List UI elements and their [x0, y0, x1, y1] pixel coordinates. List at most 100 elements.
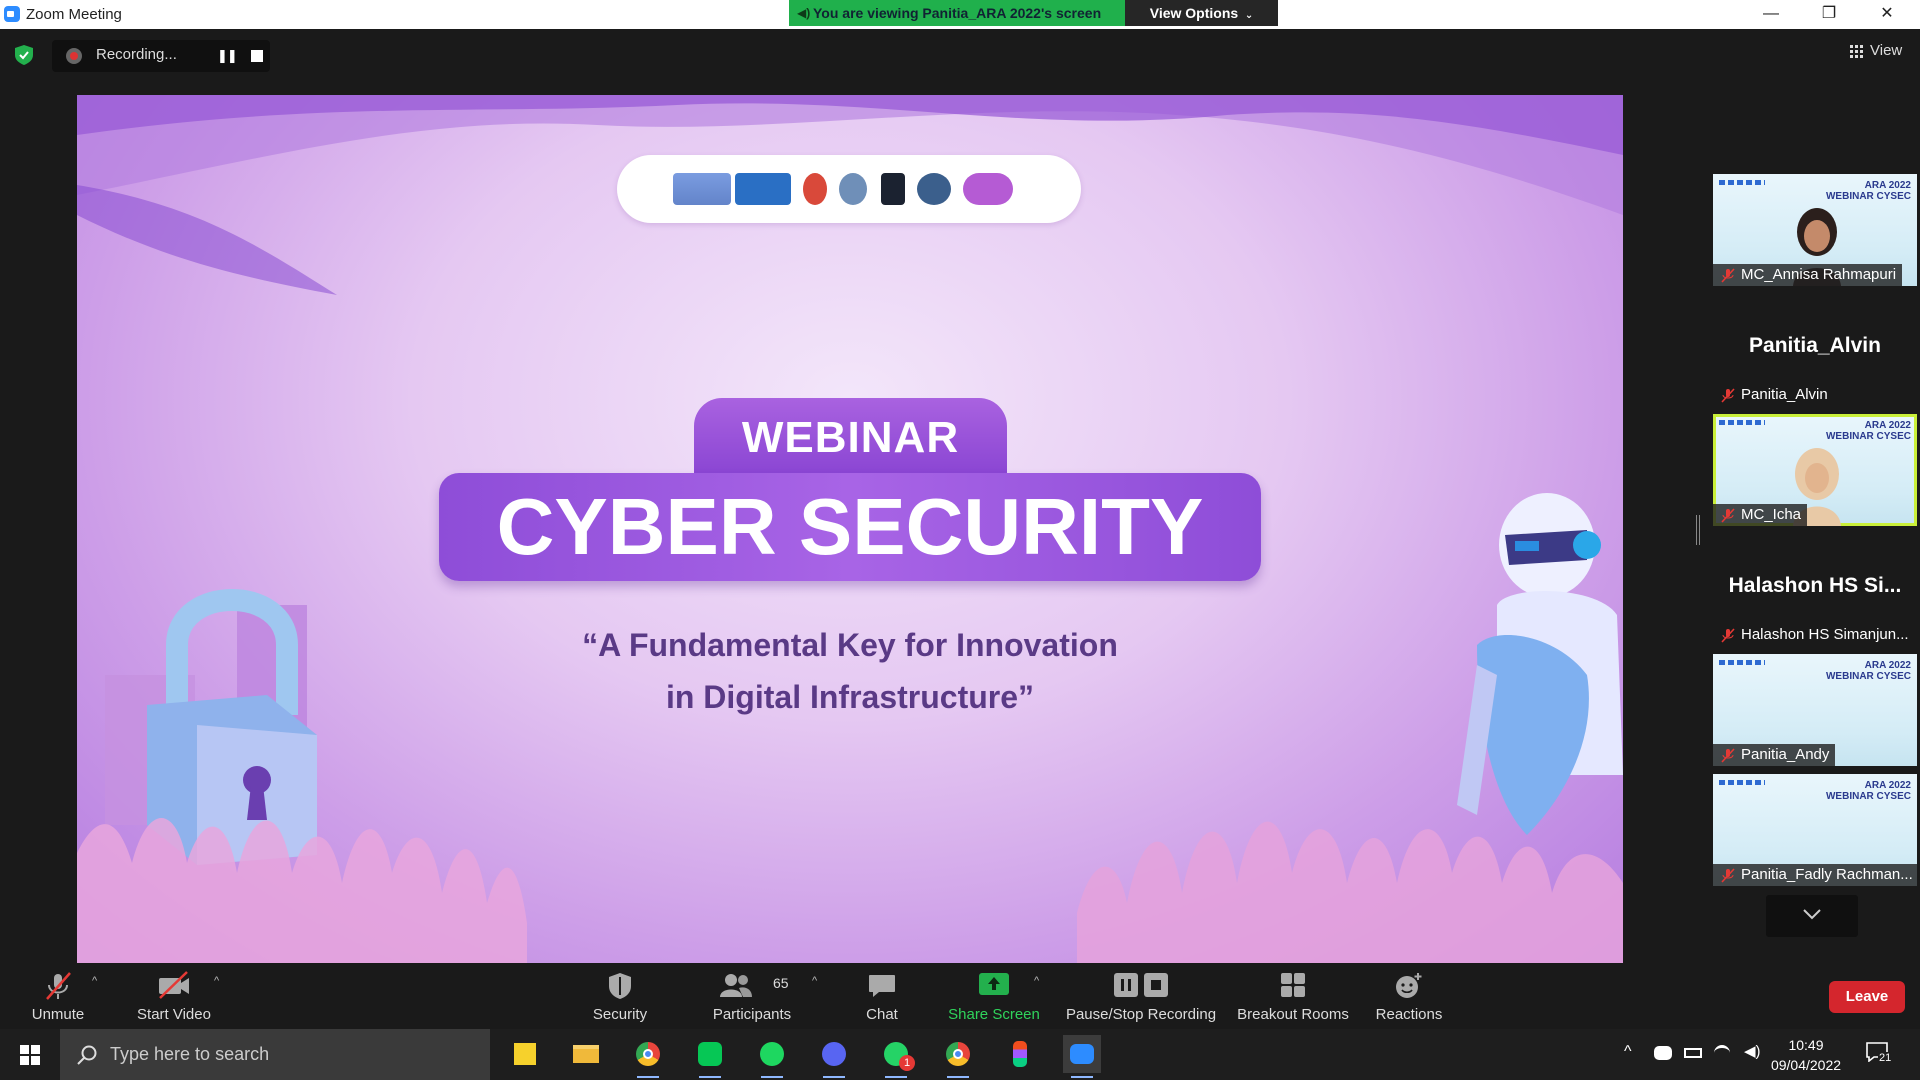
start-video-label: Start Video — [137, 1006, 211, 1023]
view-label: View — [1870, 42, 1903, 59]
battery-icon[interactable] — [1684, 1048, 1702, 1058]
participant-name: Panitia_Alvin — [1713, 384, 1834, 406]
ara-watermark: ARA 2022 WEBINAR CYSEC — [1825, 420, 1911, 442]
window-title-bar: Zoom Meeting ◀) You are viewing Panitia_… — [0, 0, 1920, 29]
unmute-label: Unmute — [31, 1006, 85, 1023]
pause-recording-icon[interactable]: ❚❚ — [217, 49, 238, 63]
slide-title: CYBER SECURITY — [439, 473, 1261, 581]
video-off-icon — [159, 971, 189, 999]
chat-label: Chat — [866, 1006, 898, 1023]
participant-display-name: Halashon HS Si... — [1728, 574, 1902, 597]
participant-name: MC_Annisa Rahmapuri — [1713, 264, 1903, 286]
unmute-button[interactable]: Unmute — [18, 965, 98, 1029]
recording-label: Recording... — [96, 46, 177, 63]
participants-count: 65 — [773, 975, 789, 991]
advancing-humanity-logo — [673, 173, 731, 205]
audio-options-caret-icon[interactable]: ^ — [92, 975, 97, 987]
notification-center-button[interactable]: 21 — [1866, 1042, 1896, 1068]
start-video-button[interactable]: Start Video — [128, 965, 220, 1029]
participants-caret-icon[interactable]: ^ — [812, 975, 817, 987]
slide-header-strip — [1719, 660, 1765, 665]
chat-button[interactable]: Chat — [852, 965, 912, 1029]
stop-recording-icon[interactable] — [251, 50, 263, 62]
view-options-button[interactable]: View Options ⌄ — [1125, 0, 1278, 26]
share-options-caret-icon[interactable]: ^ — [1034, 975, 1039, 987]
slide-header-strip — [1719, 180, 1765, 185]
mic-muted-icon — [1721, 868, 1735, 883]
share-banner-text: You are viewing Panitia_ARA 2022's scree… — [813, 5, 1102, 21]
chevron-up-icon[interactable]: ^ — [1624, 1043, 1632, 1061]
view-layout-button[interactable]: View — [1838, 38, 1908, 64]
whatsapp-badge: 1 — [899, 1055, 915, 1071]
gallery-next-page-button[interactable] — [1766, 895, 1858, 937]
taskbar-clock[interactable]: 10:49 09/04/2022 — [1758, 1035, 1854, 1075]
shield-icon — [609, 973, 631, 999]
viewing-share-banner: ◀) You are viewing Panitia_ARA 2022's sc… — [789, 0, 1125, 26]
pause-stop-recording-button[interactable]: Pause/Stop Recording — [1062, 965, 1220, 1029]
shield-logo — [917, 173, 951, 205]
slide-header-strip — [1719, 420, 1765, 425]
ara-logo — [963, 173, 1013, 205]
discord-app-icon[interactable] — [815, 1035, 853, 1078]
participants-icon — [720, 974, 752, 997]
participant-tile[interactable]: ARA 2022 WEBINAR CYSEC Panitia_Fadly Rach… — [1713, 774, 1917, 886]
slide-subtitle: “A Fundamental Key for Innovation in Dig… — [450, 619, 1250, 723]
splitter-handle[interactable] — [1696, 515, 1700, 545]
ara-watermark: ARA 2022 WEBINAR CYSEC — [1825, 780, 1911, 802]
globe-logo — [839, 173, 867, 205]
taskbar-search[interactable]: Type here to search — [60, 1029, 490, 1080]
participant-tile[interactable]: Halashon HS Si... Halashon HS Simanjun..… — [1713, 534, 1917, 646]
breakout-rooms-icon — [1281, 973, 1305, 997]
sticky-notes-app-icon[interactable] — [506, 1035, 544, 1073]
zoom-app-icon[interactable] — [1063, 1035, 1101, 1078]
chrome-profile-app-icon[interactable] — [939, 1035, 977, 1078]
recording-dot-icon — [66, 48, 82, 64]
ara-watermark: ARA 2022 WEBINAR CYSEC — [1825, 660, 1911, 682]
meeting-controls: Unmute ^ Start Video ^ Security 65 Parti… — [0, 965, 1920, 1029]
recording-indicator: Recording... ❚❚ — [52, 40, 270, 72]
ara-watermark: ARA 2022 WEBINAR CYSEC — [1825, 180, 1911, 202]
spotify-app-icon[interactable] — [753, 1035, 791, 1078]
discord-tray-icon[interactable] — [1654, 1046, 1672, 1060]
participant-tile[interactable]: ARA 2022 WEBINAR CYSEC MC_Annisa Rahmapur… — [1713, 174, 1917, 286]
zoom-app-icon — [4, 6, 20, 22]
participant-name: Halashon HS Simanjun... — [1713, 624, 1915, 646]
search-icon — [77, 1045, 97, 1065]
encryption-shield-icon[interactable] — [15, 45, 33, 65]
minimize-button[interactable]: — — [1742, 0, 1800, 29]
participant-tile[interactable]: ARA 2022 WEBINAR CYSEC Panitia_Andy — [1713, 654, 1917, 766]
figma-app-icon[interactable] — [1001, 1035, 1039, 1073]
participant-name: MC_Icha — [1713, 504, 1808, 526]
participants-button[interactable]: 65 Participants — [700, 965, 804, 1029]
webinar-tag: WEBINAR — [694, 398, 1007, 476]
wifi-icon[interactable] — [1714, 1045, 1730, 1061]
whatsapp-app-icon[interactable]: 1 — [877, 1035, 915, 1078]
lab-logo — [803, 173, 827, 205]
security-button[interactable]: Security — [580, 965, 660, 1029]
share-screen-button[interactable]: Share Screen — [944, 965, 1044, 1029]
restore-button[interactable]: ❐ — [1800, 0, 1858, 29]
line-app-icon[interactable] — [691, 1035, 729, 1078]
chrome-app-icon[interactable] — [629, 1035, 667, 1078]
clock-time: 10:49 — [1788, 1037, 1824, 1053]
leave-button[interactable]: Leave — [1829, 981, 1905, 1013]
start-button[interactable] — [0, 1029, 60, 1080]
view-options-label: View Options — [1149, 5, 1239, 21]
subtitle-line-2: in Digital Infrastructure” — [665, 679, 1035, 715]
chevron-down-icon — [1803, 909, 1821, 920]
participant-tile[interactable]: Panitia_Alvin Panitia_Alvin — [1713, 294, 1917, 406]
participant-tile-active-speaker[interactable]: ARA 2022 WEBINAR CYSEC MC_Icha — [1713, 414, 1917, 526]
chevron-down-icon: ⌄ — [1242, 10, 1254, 21]
close-button[interactable]: ✕ — [1858, 0, 1916, 29]
breakout-rooms-button[interactable]: Breakout Rooms — [1232, 965, 1354, 1029]
security-label: Security — [592, 1006, 648, 1023]
mic-muted-icon — [1721, 508, 1735, 523]
windows-taskbar: Type here to search 1 ^ ◀) 10:49 09/04/2… — [0, 1029, 1920, 1080]
reactions-button[interactable]: Reactions — [1368, 965, 1450, 1029]
file-explorer-app-icon[interactable] — [567, 1035, 605, 1073]
slide-header-strip — [1719, 780, 1765, 785]
video-options-caret-icon[interactable]: ^ — [214, 975, 219, 987]
share-screen-label: Share Screen — [948, 1006, 1040, 1023]
smiley-plus-icon — [1396, 973, 1422, 998]
shared-screen: WEBINAR CYBER SECURITY “A Fundamental Ke… — [77, 95, 1623, 963]
